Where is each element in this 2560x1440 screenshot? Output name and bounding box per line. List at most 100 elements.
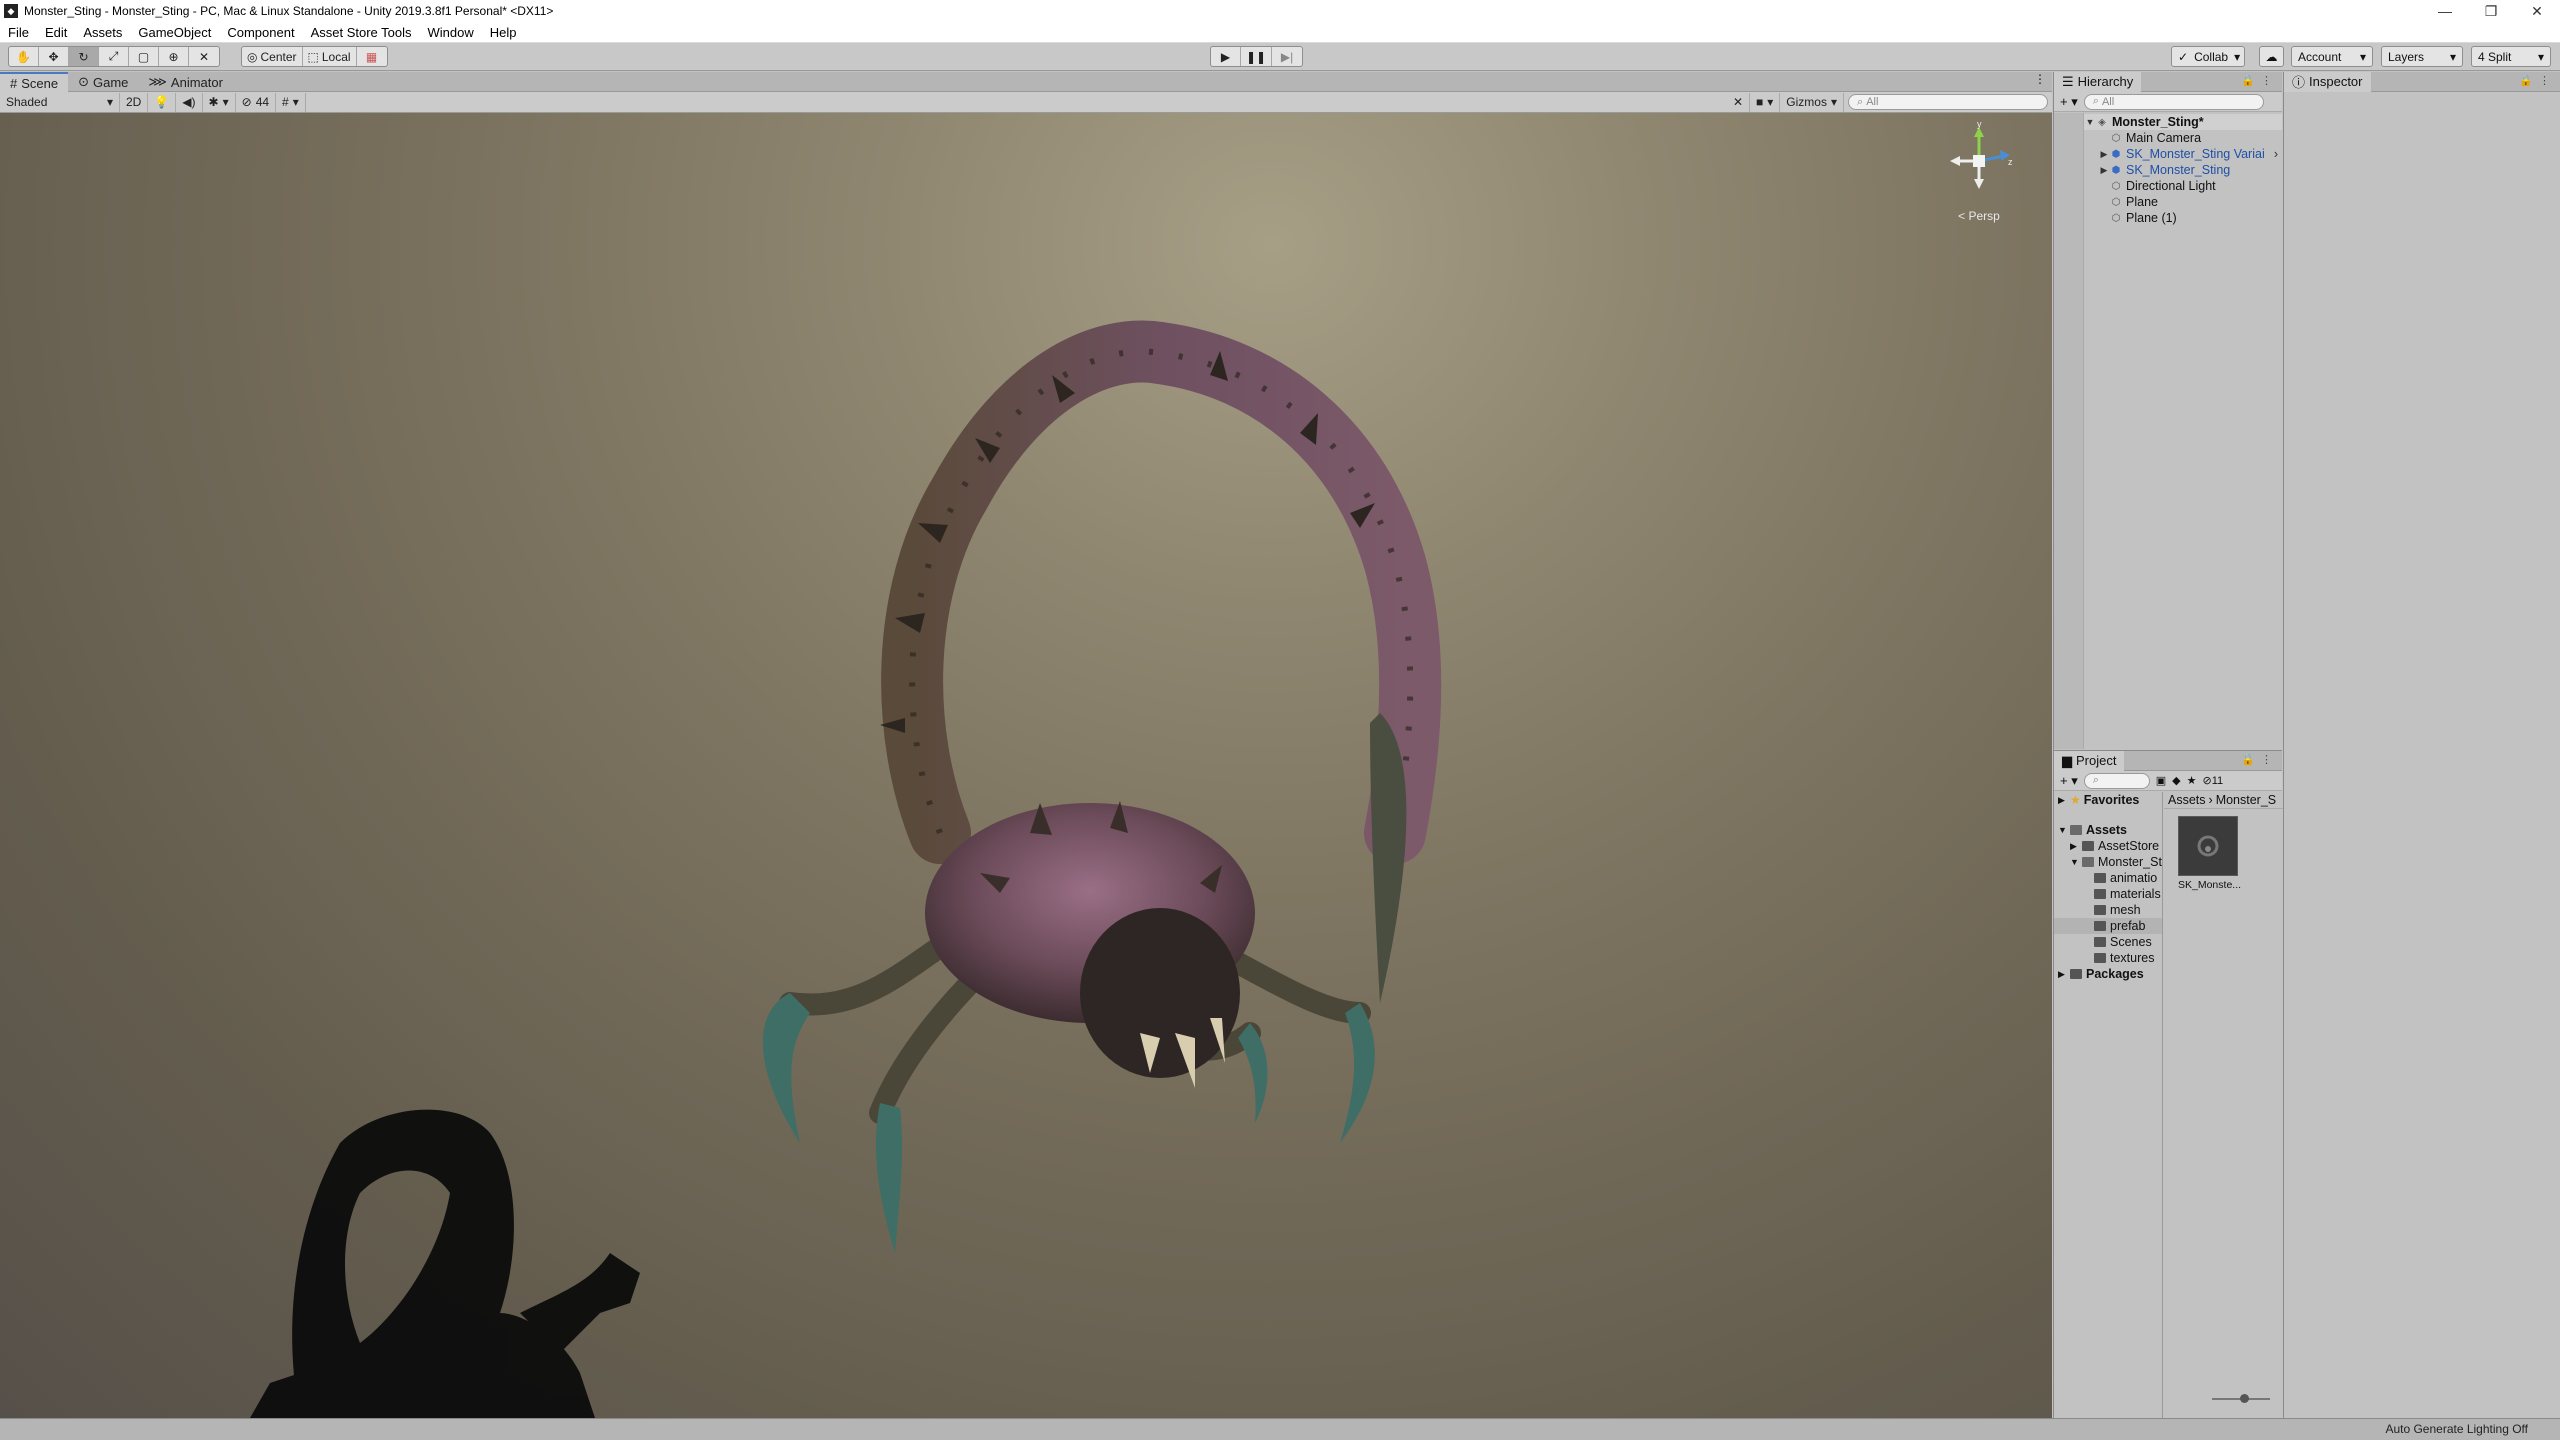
tab-project[interactable]: ▆ Project — [2054, 750, 2125, 771]
panel-menu-icon[interactable]: 🔒⋮ — [2519, 74, 2556, 87]
hand-tool-button[interactable]: ✋ — [9, 47, 39, 66]
grid-dropdown[interactable]: # ▾ — [276, 92, 306, 112]
folder-row-materials[interactable]: materials — [2054, 886, 2162, 902]
play-button[interactable]: ▶ — [1211, 47, 1241, 66]
chevron-right-icon[interactable]: › — [2274, 147, 2278, 161]
tab-animator[interactable]: ⋙ Animator — [138, 72, 233, 92]
effects-dropdown[interactable]: ✱ ▾ — [203, 92, 236, 112]
create-dropdown[interactable]: + ▾ — [2060, 94, 2078, 110]
breadcrumb-assets[interactable]: Assets — [2168, 793, 2206, 807]
hidden-objects-toggle[interactable]: ⊘ 44 — [236, 92, 277, 112]
tools-toggle[interactable]: ✕ — [1727, 92, 1751, 112]
animator-icon: ⋙ — [148, 74, 167, 89]
packages-row[interactable]: ▶ Packages — [2054, 966, 2162, 982]
scale-tool-button[interactable]: ⤢ — [99, 47, 129, 66]
create-dropdown[interactable]: + ▾ — [2060, 773, 2078, 789]
menu-gameobject[interactable]: GameObject — [130, 25, 219, 40]
asset-tile[interactable]: SK_Monste... — [2178, 816, 2241, 891]
rotate-tool-button[interactable]: ↻ — [69, 47, 99, 66]
tab-game[interactable]: ⊙ Game — [68, 72, 138, 92]
draw-mode-dropdown[interactable]: Shaded ▾ — [0, 92, 120, 112]
transform-tool-button[interactable]: ⊕ — [159, 47, 189, 66]
thumbnail-size-slider[interactable] — [2212, 1394, 2270, 1403]
scene-search-input[interactable]: ⌕ All — [1848, 94, 2048, 110]
expand-arrow-icon[interactable]: ▶ — [2070, 841, 2082, 852]
menu-edit[interactable]: Edit — [37, 25, 75, 40]
toggle-2d-button[interactable]: 2D — [120, 92, 149, 112]
folder-row-scenes[interactable]: Scenes — [2054, 934, 2162, 950]
project-search-input[interactable]: ⌕ — [2083, 772, 2150, 789]
panel-menu-icon[interactable]: 🔒⋮ — [2241, 753, 2278, 766]
step-button[interactable]: ▶| — [1272, 47, 1302, 66]
folder-row-textures[interactable]: textures — [2054, 950, 2162, 966]
account-dropdown[interactable]: Account ▾ — [2291, 46, 2373, 67]
gizmos-dropdown[interactable]: Gizmos ▾ — [1780, 92, 1844, 112]
pivot-center-button[interactable]: ◎ Center — [242, 47, 303, 66]
hierarchy-item-plane-1[interactable]: ⬡ Plane (1) — [2084, 210, 2282, 226]
expand-arrow-icon[interactable]: ▼ — [2058, 825, 2070, 835]
menu-window[interactable]: Window — [420, 25, 482, 40]
tab-scene[interactable]: # Scene — [0, 72, 69, 92]
unity-logo-icon: ◆ — [4, 4, 18, 18]
favorite-star-icon[interactable]: ★ — [2187, 774, 2197, 787]
move-tool-button[interactable]: ✥ — [39, 47, 69, 66]
visibility-column[interactable] — [2054, 113, 2084, 749]
scene-viewport[interactable]: y z < Persp — [0, 113, 2052, 1418]
folder-row-mesh[interactable]: mesh — [2054, 902, 2162, 918]
menu-assets[interactable]: Assets — [75, 25, 130, 40]
axis-gizmo-icon: y z — [1950, 119, 2013, 189]
menu-file[interactable]: File — [0, 25, 37, 40]
assets-root-row[interactable]: ▼ Assets — [2054, 822, 2162, 838]
expand-arrow-icon[interactable]: ▼ — [2084, 117, 2096, 127]
lighting-status[interactable]: Auto Generate Lighting Off — [2385, 1422, 2528, 1436]
tab-hierarchy[interactable]: ☰ Hierarchy — [2054, 71, 2142, 92]
assets-root-label: Assets — [2086, 823, 2127, 837]
menu-component[interactable]: Component — [219, 25, 302, 40]
audio-toggle[interactable]: ◀) — [176, 92, 203, 112]
hierarchy-search-input[interactable]: ⌕ All — [2083, 93, 2264, 110]
chevron-down-icon: ▾ — [2537, 49, 2544, 64]
expand-arrow-icon[interactable]: ▶ — [2058, 969, 2070, 980]
lighting-toggle[interactable]: 💡 — [148, 92, 177, 112]
persp-label[interactable]: < Persp — [1944, 209, 2014, 223]
hierarchy-item-directional-light[interactable]: ⬡ Directional Light — [2084, 178, 2282, 194]
pivot-local-button[interactable]: ⬚ Local — [303, 47, 357, 66]
slider-thumb[interactable] — [2240, 1394, 2249, 1403]
expand-arrow-icon[interactable]: ▼ — [2070, 857, 2082, 867]
tab-inspector[interactable]: ⓘ Inspector — [2284, 71, 2371, 92]
menu-asset-store-tools[interactable]: Asset Store Tools — [303, 25, 420, 40]
minimize-button[interactable]: — — [2422, 0, 2468, 22]
hierarchy-item-sk-monster-sting-variant[interactable]: ▶ ⬢ SK_Monster_Sting Variai › — [2084, 146, 2282, 162]
expand-arrow-icon[interactable]: ▶ — [2058, 795, 2070, 806]
filter-type-icon[interactable]: ▣ — [2156, 774, 2166, 787]
panel-menu-icon[interactable]: 🔒⋮ — [2241, 74, 2278, 87]
collab-dropdown[interactable]: ✓ Collab ▾ — [2171, 46, 2245, 67]
filter-label-icon[interactable]: ◆ — [2172, 774, 2180, 787]
breadcrumb-monster-sting[interactable]: Monster_S — [2216, 793, 2276, 807]
folder-row-monster-sting[interactable]: ▼ Monster_St — [2054, 854, 2162, 870]
menu-help[interactable]: Help — [482, 25, 525, 40]
close-button[interactable]: ✕ — [2514, 0, 2560, 22]
hierarchy-item-main-camera[interactable]: ⬡ Main Camera — [2084, 130, 2282, 146]
rect-tool-button[interactable]: ▢ — [129, 47, 159, 66]
cloud-button[interactable]: ☁ — [2259, 46, 2284, 67]
grid-snap-button[interactable]: ▦ — [357, 47, 387, 66]
hierarchy-item-sk-monster-sting[interactable]: ▶ ⬢ SK_Monster_Sting — [2084, 162, 2282, 178]
layers-dropdown[interactable]: Layers ▾ — [2381, 46, 2463, 67]
folder-row-prefab[interactable]: prefab — [2054, 918, 2162, 934]
layout-dropdown[interactable]: 4 Split ▾ — [2471, 46, 2551, 67]
favorites-row[interactable]: ▶ ★ Favorites — [2054, 792, 2162, 808]
orientation-gizmo[interactable]: y z < Persp — [1944, 119, 2014, 223]
custom-tool-button[interactable]: ✕ — [189, 47, 219, 66]
hierarchy-item-plane[interactable]: ⬡ Plane — [2084, 194, 2282, 210]
restore-button[interactable]: ❐ — [2468, 0, 2514, 22]
folder-row-assetstore[interactable]: ▶ AssetStore — [2054, 838, 2162, 854]
more-options-icon[interactable]: ⋮ — [2034, 72, 2052, 91]
scene-root-row[interactable]: ▼ ◈ Monster_Sting* — [2084, 114, 2282, 130]
expand-arrow-icon[interactable]: ▶ — [2098, 165, 2110, 176]
folder-row-animations[interactable]: animatio — [2054, 870, 2162, 886]
expand-arrow-icon[interactable]: ▶ — [2098, 149, 2110, 160]
camera-dropdown[interactable]: ■ ▾ — [1750, 92, 1781, 112]
pause-button[interactable]: ❚❚ — [1241, 47, 1273, 66]
hidden-packages-toggle[interactable]: ⊘11 — [2202, 774, 2223, 787]
